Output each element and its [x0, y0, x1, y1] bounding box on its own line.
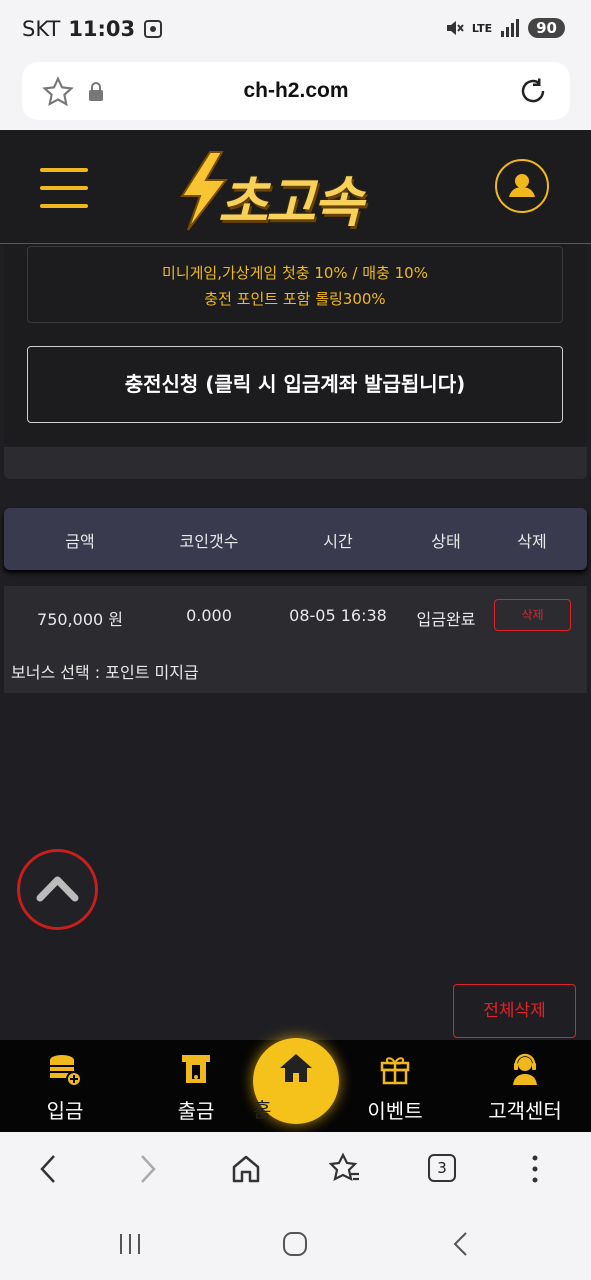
battery-level: 90: [528, 18, 565, 38]
tab-switcher[interactable]: 3: [428, 1154, 456, 1182]
system-back-icon[interactable]: [448, 1230, 476, 1258]
user-account-button[interactable]: [495, 159, 549, 213]
promo-line-1: 미니게임,가상게임 첫충 10% / 매충 10%: [162, 264, 428, 282]
charge-request-button[interactable]: 충전신청 (클릭 시 입금계좌 발급됩니다): [27, 346, 563, 423]
history-table-header: 금액 코인갯수 시간 상태 삭제: [4, 508, 587, 570]
network-type: LTE: [471, 21, 493, 35]
table-row: 750,000 원 0.000 08-05 16:38 입금완료 삭제 보너스 …: [4, 586, 587, 693]
site-logo[interactable]: 초고속: [168, 150, 434, 234]
site-header: 초고속: [0, 130, 591, 244]
gift-icon: [380, 1057, 410, 1085]
row-status: 입금완료: [416, 610, 476, 629]
header-time: 시간: [323, 532, 353, 551]
coins-icon: [50, 1055, 82, 1087]
address-bar[interactable]: ch-h2.com: [22, 62, 570, 120]
support-icon: [513, 1053, 537, 1085]
nav-label-event: 이벤트: [367, 1099, 423, 1123]
browser-toolbar: ch-h2.com: [0, 62, 591, 130]
promo-notice: 미니게임,가상게임 첫충 10% / 매충 10% 충전 포인트 포함 롤링30…: [27, 246, 563, 323]
nav-deposit[interactable]: 입금: [10, 1040, 120, 1132]
carrier: SKT: [22, 17, 61, 41]
header-status: 상태: [431, 532, 461, 551]
system-nav-bar: [0, 1210, 591, 1280]
nav-label-home: 홈: [253, 1098, 272, 1122]
menu-icon[interactable]: [40, 168, 88, 222]
nav-label-support: 고객센터: [488, 1099, 562, 1123]
status-bar: SKT 11:03 LTE 90: [0, 0, 591, 62]
reload-icon[interactable]: [518, 76, 548, 106]
promo-line-2: 충전 포인트 포함 롤링300%: [204, 290, 386, 308]
bonus-selection: 보너스 선택 : 포인트 미지급: [11, 663, 199, 682]
recent-apps-icon[interactable]: [116, 1230, 144, 1258]
mute-icon: [446, 21, 464, 35]
bookmarks-icon[interactable]: [327, 1152, 363, 1186]
bottom-nav: 입금 출금 홈 이벤트 고객센터: [0, 1038, 591, 1132]
signal-icon: [501, 19, 520, 37]
clock: 11:03: [68, 17, 136, 41]
back-icon[interactable]: [34, 1152, 62, 1186]
url-text[interactable]: ch-h2.com: [22, 79, 570, 103]
header-coins: 코인갯수: [179, 532, 239, 551]
nav-event[interactable]: 이벤트: [340, 1040, 450, 1132]
row-time: 08-05 16:38: [289, 606, 387, 625]
home-browser-icon[interactable]: [229, 1152, 263, 1186]
delete-row-button[interactable]: 삭제: [494, 599, 571, 631]
more-options-icon[interactable]: [530, 1152, 540, 1186]
browser-bottom-bar: 3: [0, 1132, 591, 1210]
row-coins: 0.000: [186, 606, 232, 625]
nav-label-deposit: 입금: [46, 1099, 84, 1123]
forward-icon[interactable]: [134, 1152, 162, 1186]
delete-all-button[interactable]: 전체삭제: [453, 984, 576, 1038]
user-icon: [509, 174, 535, 197]
home-icon: [280, 1054, 312, 1082]
panel-footer: [4, 447, 587, 479]
header-delete: 삭제: [517, 532, 547, 551]
screenshot-icon: [144, 20, 163, 38]
nav-support[interactable]: 고객센터: [470, 1040, 580, 1132]
nav-withdraw[interactable]: 출금: [141, 1040, 251, 1132]
header-amount: 금액: [65, 532, 95, 551]
system-home-icon[interactable]: [281, 1230, 309, 1258]
row-amount: 750,000 원: [37, 610, 123, 629]
scroll-top-button[interactable]: [17, 849, 98, 930]
chevron-up-icon: [36, 876, 79, 902]
charge-panel: 미니게임,가상게임 첫충 10% / 매충 10% 충전 포인트 포함 롤링30…: [4, 244, 587, 446]
nav-home[interactable]: 홈: [253, 1038, 339, 1124]
nav-label-withdraw: 출금: [177, 1099, 215, 1123]
withdraw-icon: [182, 1055, 210, 1083]
